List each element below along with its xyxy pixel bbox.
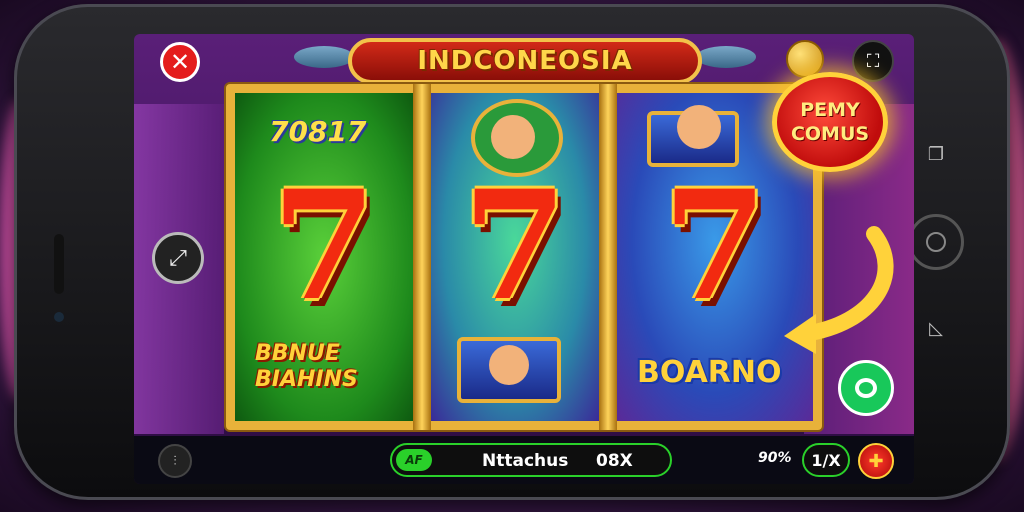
reel-1-top-label: 70817 <box>269 115 367 148</box>
reels-frame: 70817 7 BBNUE BIAHINS 7 7 BOARNO <box>226 84 822 430</box>
banner-wing-right <box>696 46 756 68</box>
bonus-symbol-line-2: BIAHINS <box>255 367 358 392</box>
game-screen: ✕ INDCONEOSIA ⛶ 70817 7 BBNUE BIAHINS 7 <box>134 34 914 484</box>
phone-nav-bar: ❐ ◺ <box>908 144 964 340</box>
bonus-badge[interactable]: PEMY COMUS <box>772 72 888 172</box>
speed-button[interactable]: 1/X <box>802 443 850 477</box>
back-icon[interactable]: ◺ <box>925 318 947 340</box>
share-button[interactable]: ⤢ <box>152 232 204 284</box>
bonus-badge-line-1: PEMY <box>800 99 860 121</box>
menu-button[interactable]: ⫶ <box>158 444 192 478</box>
crop-screen-icon: ⛶ <box>866 50 880 72</box>
percent-readout: 90% <box>758 450 792 466</box>
close-icon: ✕ <box>169 48 191 76</box>
phone-body: ❐ ◺ ✕ INDCONEOSIA ⛶ 70817 7 BBNUE BIAHIN… <box>14 4 1010 500</box>
spin-button[interactable]: ✚ <box>858 443 894 479</box>
reel-divider <box>599 84 617 430</box>
status-tag: AF <box>396 449 432 471</box>
home-icon <box>926 232 946 252</box>
phone-camera <box>54 312 64 322</box>
bonus-symbol: BBNUE BIAHINS <box>255 341 358 393</box>
menu-icon: ⫶ <box>173 453 177 469</box>
status-value: 08X <box>596 451 633 471</box>
spin-icon: ✚ <box>868 450 884 472</box>
character-bottom-face <box>489 345 529 385</box>
share-icon: ⤢ <box>169 245 187 271</box>
chat-button[interactable] <box>838 360 894 416</box>
phone-side-button <box>54 234 64 294</box>
seven-symbol: 7 <box>271 158 377 334</box>
banner-wing-left <box>294 46 354 68</box>
seven-symbol: 7 <box>462 158 568 334</box>
character-top-face <box>491 115 535 159</box>
status-label: Nttachus <box>482 451 569 471</box>
reel-2: 7 <box>431 93 599 421</box>
status-bar: AF Nttachus 08X <box>390 443 672 477</box>
fullscreen-button[interactable]: ⛶ <box>852 40 894 82</box>
reel-1: 70817 7 BBNUE BIAHINS <box>235 93 413 421</box>
close-button[interactable]: ✕ <box>160 42 200 82</box>
bonus-badge-text: PEMY COMUS <box>791 98 869 146</box>
bonus-symbol-line-1: BBNUE <box>255 341 340 366</box>
chat-icon <box>855 378 877 398</box>
home-button[interactable] <box>908 214 964 270</box>
bottom-bar: ⫶ AF Nttachus 08X 90% 1/X ✚ <box>134 436 914 484</box>
title-banner: INDCONEOSIA <box>348 38 702 84</box>
arrow-icon <box>784 226 894 354</box>
bonus-symbol: BOARNO <box>637 355 782 390</box>
recent-apps-icon[interactable]: ❐ <box>925 144 947 166</box>
seven-symbol: 7 <box>662 158 768 334</box>
game-title: INDCONEOSIA <box>417 46 633 76</box>
bonus-badge-line-2: COMUS <box>790 123 870 145</box>
character-top-face <box>677 105 721 149</box>
reel-divider <box>413 84 431 430</box>
